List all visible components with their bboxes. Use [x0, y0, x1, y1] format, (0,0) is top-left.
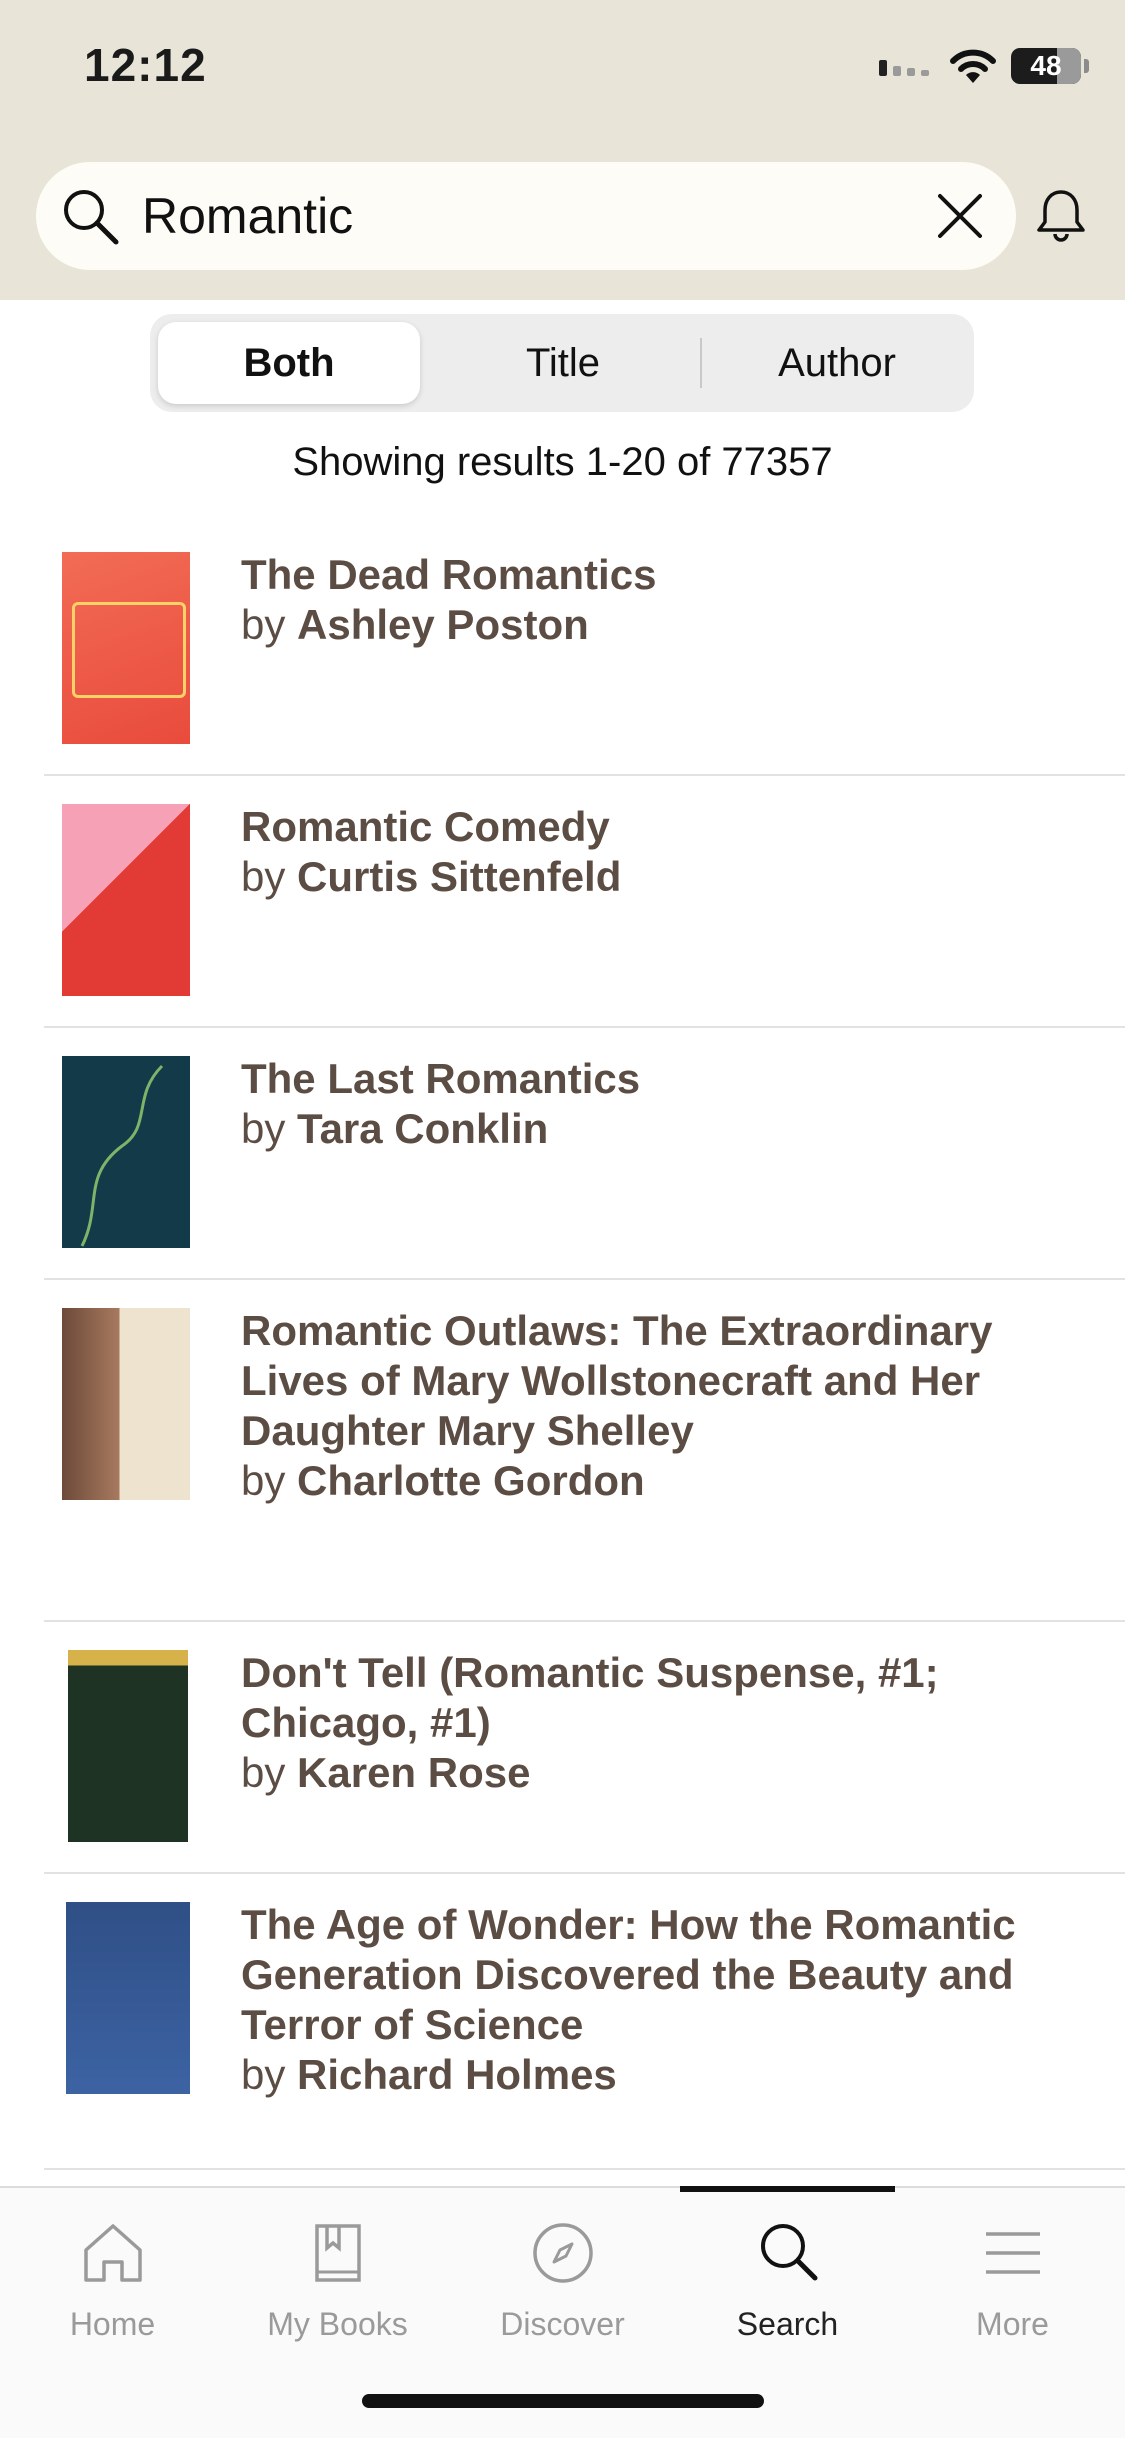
author-name[interactable]: Karen Rose	[297, 1749, 530, 1796]
result-text: Don't Tell (Romantic Suspense, #1; Chica…	[241, 1648, 1061, 1798]
book-cover[interactable]	[66, 1902, 190, 2094]
result-row[interactable]: Romantic Comedy by Curtis Sittenfeld	[44, 774, 1125, 1028]
by-label: by	[241, 853, 286, 900]
author-name[interactable]: Curtis Sittenfeld	[297, 853, 621, 900]
home-indicator	[362, 2394, 764, 2408]
status-icons: 48	[879, 46, 1089, 86]
book-author-line: by Curtis Sittenfeld	[241, 852, 1061, 902]
tab-label: My Books	[267, 2306, 408, 2342]
home-icon	[84, 2224, 142, 2282]
book-cover[interactable]	[62, 1056, 190, 1248]
result-row[interactable]: The Age of Wonder: How the Romantic Gene…	[44, 1872, 1125, 2170]
book-author-line: by Richard Holmes	[241, 2050, 1061, 2100]
book-cover[interactable]	[62, 804, 190, 996]
book-title[interactable]: Don't Tell (Romantic Suspense, #1; Chica…	[241, 1648, 1061, 1748]
tab-more[interactable]: More	[900, 2188, 1125, 2378]
tab-search[interactable]: Search	[675, 2188, 900, 2378]
segment-title[interactable]: Title	[432, 322, 694, 404]
book-cover[interactable]	[68, 1650, 188, 1842]
result-row[interactable]: Don't Tell (Romantic Suspense, #1; Chica…	[44, 1620, 1125, 1874]
result-text: The Dead Romantics by Ashley Poston	[241, 550, 1061, 650]
signal-icon	[879, 60, 929, 76]
book-title[interactable]: The Age of Wonder: How the Romantic Gene…	[241, 1900, 1061, 2050]
result-text: Romantic Comedy by Curtis Sittenfeld	[241, 802, 1061, 902]
search-icon	[64, 190, 119, 245]
search-input[interactable]: Romantic	[142, 184, 353, 248]
menu-icon	[986, 2232, 1040, 2274]
result-row[interactable]: The Dead Romantics by Ashley Poston	[44, 522, 1125, 776]
tab-discover[interactable]: Discover	[450, 2188, 675, 2378]
book-title[interactable]: The Dead Romantics	[241, 550, 1061, 600]
status-time: 12:12	[84, 39, 207, 91]
segment-divider	[700, 338, 702, 388]
battery-indicator: 48	[1011, 48, 1089, 84]
author-name[interactable]: Tara Conklin	[297, 1105, 548, 1152]
tab-home[interactable]: Home	[0, 2188, 225, 2378]
tab-label: More	[976, 2306, 1049, 2342]
by-label: by	[241, 601, 286, 648]
author-name[interactable]: Charlotte Gordon	[297, 1457, 645, 1504]
by-label: by	[241, 1749, 286, 1796]
books-icon	[315, 2224, 361, 2282]
tab-label: Home	[69, 2306, 156, 2342]
book-author-line: by Karen Rose	[241, 1748, 1061, 1798]
clear-icon[interactable]	[934, 190, 986, 242]
by-label: by	[241, 1105, 286, 1152]
result-text: The Age of Wonder: How the Romantic Gene…	[241, 1900, 1061, 2100]
author-name[interactable]: Ashley Poston	[297, 601, 589, 648]
tab-label: Discover	[500, 2306, 625, 2342]
segment-both[interactable]: Both	[158, 322, 420, 404]
search-scope-control: Both Title Author	[150, 314, 974, 412]
compass-icon	[533, 2223, 593, 2283]
book-author-line: by Tara Conklin	[241, 1104, 1061, 1154]
active-tab-indicator	[680, 2186, 895, 2192]
result-text: The Last Romantics by Tara Conklin	[241, 1054, 1061, 1154]
search-bar[interactable]: Romantic	[36, 162, 1016, 270]
search-icon	[761, 2224, 818, 2281]
result-row[interactable]: Romantic Outlaws: The Extraordinary Live…	[44, 1278, 1125, 1622]
book-title[interactable]: Romantic Outlaws: The Extraordinary Live…	[241, 1306, 1061, 1456]
battery-level: 48	[1030, 50, 1062, 81]
results-count: Showing results 1-20 of 77357	[292, 440, 833, 484]
vine-illustration	[80, 1064, 164, 1247]
book-title[interactable]: The Last Romantics	[241, 1054, 1061, 1104]
result-text: Romantic Outlaws: The Extraordinary Live…	[241, 1306, 1061, 1506]
tab-my-books[interactable]: My Books	[225, 2188, 450, 2378]
book-author-line: by Charlotte Gordon	[241, 1456, 1061, 1506]
bell-icon[interactable]	[1031, 186, 1091, 246]
book-title[interactable]: Romantic Comedy	[241, 802, 1061, 852]
book-cover[interactable]	[62, 1308, 190, 1500]
wifi-icon	[950, 49, 996, 83]
tab-label: Search	[736, 2306, 839, 2342]
by-label: by	[241, 2051, 286, 2098]
result-row[interactable]: The Last Romantics by Tara Conklin	[44, 1026, 1125, 1280]
by-label: by	[241, 1457, 286, 1504]
book-author-line: by Ashley Poston	[241, 600, 1061, 650]
book-cover[interactable]	[62, 552, 190, 744]
header: 12:12 48 Romantic	[0, 0, 1125, 300]
segment-author[interactable]: Author	[706, 322, 968, 404]
author-name[interactable]: Richard Holmes	[297, 2051, 617, 2098]
